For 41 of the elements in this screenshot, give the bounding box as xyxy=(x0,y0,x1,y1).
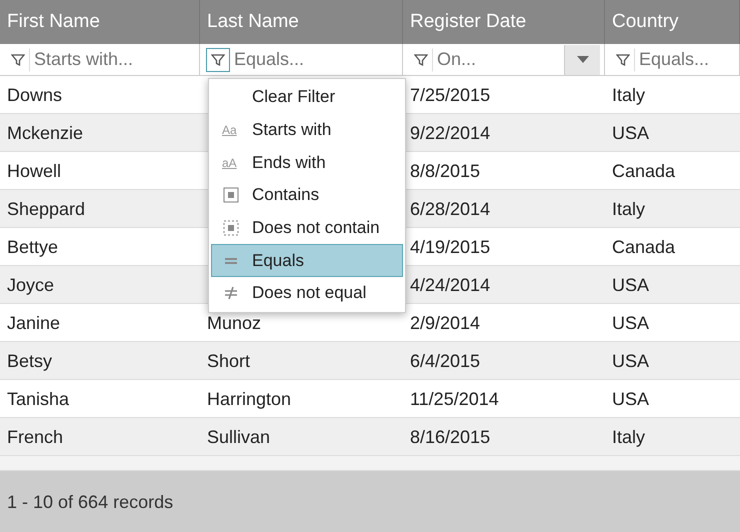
table-cell: USA xyxy=(605,114,740,152)
text-case-icon: aA xyxy=(222,156,242,170)
filter-button[interactable] xyxy=(206,48,230,72)
table-cell: USA xyxy=(605,266,740,304)
table-cell: 6/4/2015 xyxy=(403,342,605,380)
menu-item[interactable]: Aa Starts with xyxy=(211,114,403,146)
filter-icon xyxy=(211,52,225,66)
table-cell: Mckenzie xyxy=(0,114,200,152)
filter-icon xyxy=(414,52,428,66)
table-cell: Joyce xyxy=(0,266,200,304)
menu-item[interactable]: Clear Filter xyxy=(211,81,403,114)
table-cell: USA xyxy=(605,342,740,380)
table-cell: Sullivan xyxy=(200,418,403,456)
record-count: 1 - 10 of 664 records xyxy=(7,492,174,512)
table-cell: 4/24/2014 xyxy=(403,266,605,304)
filter-input[interactable]: On... xyxy=(437,49,564,70)
filter-input[interactable]: Equals... xyxy=(234,49,396,70)
filter-icon xyxy=(11,52,25,66)
table-cell: French xyxy=(0,418,200,456)
table-cell: 8/16/2015 xyxy=(403,418,605,456)
column-header[interactable]: Country xyxy=(605,0,740,44)
menu-item[interactable]: Contains xyxy=(211,179,403,212)
menu-item[interactable]: Equals xyxy=(211,244,403,278)
menu-item[interactable]: Does not contain xyxy=(211,212,403,244)
filter-icon xyxy=(616,52,630,66)
table-cell: Italy xyxy=(605,418,740,456)
filter-input[interactable]: Equals... xyxy=(639,49,733,70)
table-cell: 6/28/2014 xyxy=(403,190,605,228)
table-cell: Short xyxy=(200,342,403,380)
table-cell: Sheppard xyxy=(0,190,200,228)
column-header[interactable]: Last Name xyxy=(200,0,403,44)
dropdown-button[interactable] xyxy=(564,44,600,74)
column-header[interactable]: Register Date xyxy=(403,0,605,44)
table-cell: Italy xyxy=(605,190,740,228)
caret-icon xyxy=(576,56,588,64)
menu-item[interactable]: aA Ends with xyxy=(211,146,403,180)
column-header[interactable]: First Name xyxy=(0,0,200,44)
table-cell: 9/22/2014 xyxy=(403,114,605,152)
filter-input[interactable]: Starts with... xyxy=(34,49,193,70)
text-case-icon: Aa xyxy=(222,123,242,138)
table-cell: Betsy xyxy=(0,342,200,380)
